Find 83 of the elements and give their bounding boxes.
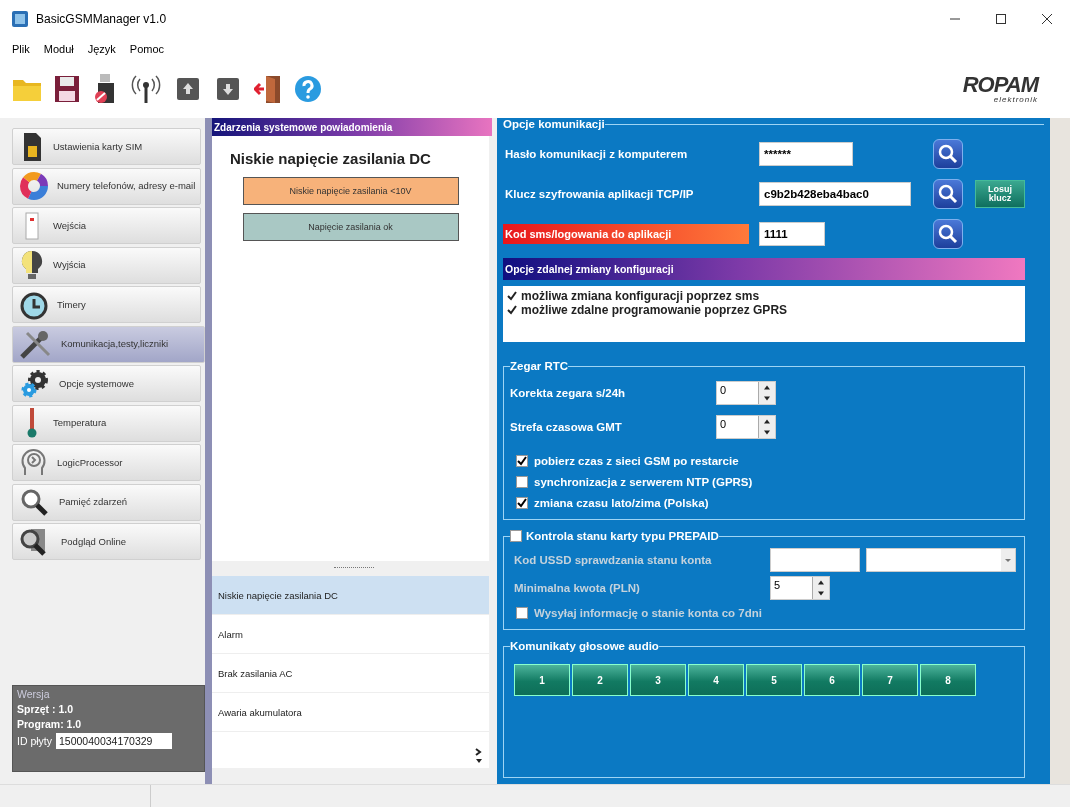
spin-box[interactable]: 0 — [716, 381, 776, 405]
audio-button[interactable]: 7 — [862, 664, 918, 696]
checkbox[interactable] — [516, 475, 528, 488]
menu-item[interactable]: Język — [87, 43, 116, 55]
sidebar-item[interactable]: Pamięć zdarzeń — [12, 483, 201, 521]
search-button[interactable] — [933, 139, 963, 169]
software-version: Program: 1.0 — [17, 718, 83, 730]
field-label: Kod USSD sprawdzania stanu konta — [514, 554, 713, 566]
checkbox[interactable] — [516, 454, 528, 467]
event-list-item[interactable]: Niskie napięcie zasilania DC — [212, 576, 489, 615]
search-button[interactable] — [933, 219, 963, 249]
sidebar-item[interactable]: Wyjścia — [12, 246, 201, 284]
sidebar-item[interactable]: Komunikacja,testy,liczniki — [12, 325, 205, 363]
antenna-icon[interactable] — [130, 74, 162, 104]
event-title: Niskie napięcie zasilania DC — [230, 150, 431, 167]
hardware-version: Sprzęt : 1.0 — [17, 703, 75, 715]
option-label: możliwa zmiana konfiguracji poprzez sms — [521, 289, 760, 303]
input-field[interactable]: ****** — [759, 142, 853, 166]
logo: ROPAM elektronik — [962, 74, 1038, 104]
checkbox[interactable] — [516, 496, 528, 509]
option-label: synchronizacja z serwerem NTP (GPRS) — [534, 475, 753, 488]
sidebar-item[interactable]: Numery telefonów, adresy e-mail — [12, 167, 201, 205]
board-id-field[interactable]: 1500040034170329 — [56, 733, 172, 749]
sidebar-item[interactable]: LogicProcessor — [12, 444, 201, 481]
field-label: Minimalna kwota (PLN) — [514, 582, 641, 594]
section-header: Opcje zdalnej zmiany konfiguracji — [503, 258, 1025, 280]
input-field[interactable]: c9b2b428eba4bac0 — [759, 182, 911, 206]
scroll-more-icon[interactable] — [475, 748, 483, 764]
state-button[interactable]: Napięcie zasilania ok — [242, 213, 459, 241]
option-label: zmiana czasu lato/zima (Polska) — [534, 496, 709, 509]
sidebar-item[interactable]: Ustawienia karty SIM — [12, 128, 201, 165]
audio-button[interactable]: 2 — [572, 664, 628, 696]
chip-download-icon[interactable] — [214, 75, 242, 103]
sidebar-item[interactable]: Opcje systemowe — [12, 365, 201, 402]
caret-icon — [1001, 549, 1015, 571]
menu-item[interactable]: Plik — [12, 43, 30, 55]
group-title: Zegar RTC — [510, 360, 569, 372]
event-list-item[interactable]: Awaria akumulatora — [212, 693, 489, 732]
sidebar-item[interactable]: Temperatura — [12, 404, 201, 442]
save-icon[interactable] — [54, 75, 80, 103]
sidebar-item[interactable]: Wejścia — [12, 207, 201, 244]
light-bulb-icon — [19, 249, 45, 281]
option-label: możliwe zdalne programowanie poprzez GPRS — [521, 303, 788, 317]
option-label: Wysyłaj informację o stanie konta co 7dni — [534, 606, 762, 619]
menu-item[interactable]: Moduł — [43, 43, 74, 55]
chip-upload-icon[interactable] — [174, 75, 202, 103]
audio-button[interactable]: 5 — [746, 664, 802, 696]
input-field[interactable]: 1111 — [759, 222, 825, 246]
option-label: pobierz czas z sieci GSM po restarcie — [534, 454, 739, 467]
field-label: Klucz szyfrowania aplikacji TCP/IP — [504, 188, 695, 200]
field-label: Korekta zegara s/24h — [510, 387, 627, 399]
exit-door-icon[interactable] — [254, 74, 282, 104]
board-id-label: ID płyty — [17, 735, 52, 747]
group-title: Wersja — [17, 688, 51, 700]
event-list-item[interactable]: Brak zasilania AC — [212, 654, 489, 693]
spin-box[interactable]: 0 — [716, 415, 776, 439]
donut-chart-icon — [19, 171, 49, 201]
search-button[interactable] — [933, 179, 963, 209]
checkbox[interactable] — [507, 290, 517, 302]
field-label: Strefa czasowa GMT — [510, 421, 623, 433]
audio-button[interactable]: 1 — [514, 664, 570, 696]
audio-button[interactable]: 3 — [630, 664, 686, 696]
menu-item[interactable]: Pomoc — [129, 43, 165, 55]
gears-icon — [19, 368, 51, 399]
checkbox[interactable] — [507, 304, 517, 316]
sidebar-item[interactable]: Timery — [12, 286, 201, 323]
help-icon[interactable] — [294, 75, 322, 103]
panel-header: Zdarzenia systemowe powiadomienia — [212, 118, 492, 136]
random-key-button[interactable]: Losuj klucz — [975, 180, 1025, 208]
sidebar-item[interactable]: Podgląd Online — [12, 523, 201, 560]
audio-button[interactable]: 4 — [688, 664, 744, 696]
group-title: Komunikaty głosowe audio — [510, 640, 659, 652]
field-label: Kod sms/logowania do aplikacji — [503, 224, 749, 244]
field-label: Hasło komunikacji z komputerem — [504, 148, 689, 160]
event-list-item[interactable]: Alarm — [212, 615, 489, 654]
group-title: Opcje komunikacji — [503, 118, 605, 130]
audio-button[interactable]: 6 — [804, 664, 860, 696]
app-icon — [12, 11, 28, 27]
tools-icon — [19, 329, 53, 359]
window-title: BasicGSMManager v1.0 — [36, 12, 167, 26]
state-button[interactable]: Niskie napięcie zasilania <10V — [242, 177, 459, 205]
audio-button[interactable]: 8 — [920, 664, 976, 696]
group-title: Kontrola stanu karty typu PREPAID — [526, 530, 719, 542]
